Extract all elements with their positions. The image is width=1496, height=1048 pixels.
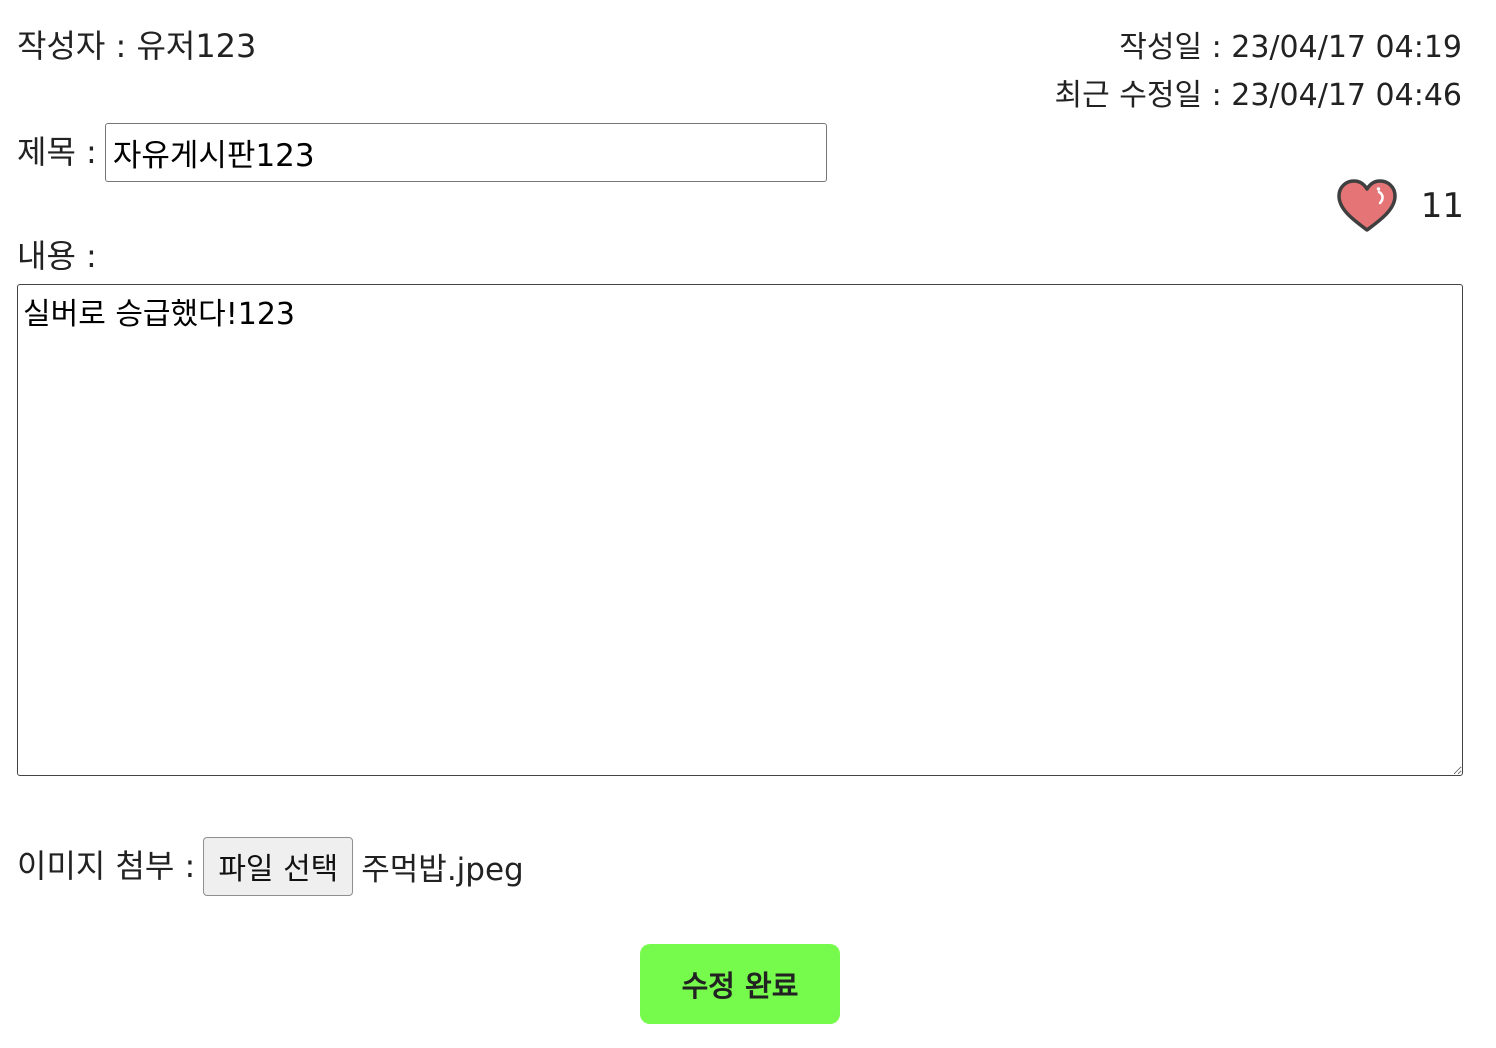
created-date: 작성일 : 23/04/17 04:19 bbox=[1119, 30, 1462, 65]
like-button[interactable] bbox=[1335, 176, 1399, 236]
file-name: 주먹밥.jpeg bbox=[361, 851, 524, 888]
submit-edit-button[interactable]: 수정 완료 bbox=[640, 944, 840, 1024]
like-count: 11 bbox=[1420, 186, 1464, 226]
attachment-label: 이미지 첨부 : bbox=[17, 847, 196, 885]
post-dates: 작성일 : 23/04/17 04:19 최근 수정일 : 23/04/17 0… bbox=[1055, 24, 1462, 120]
choose-file-button[interactable]: 파일 선택 bbox=[203, 836, 354, 896]
title-row: 제목 : bbox=[17, 122, 827, 182]
content-textarea[interactable]: 실버로 승급했다!123 bbox=[17, 284, 1463, 776]
modified-date: 최근 수정일 : 23/04/17 04:46 bbox=[1054, 78, 1462, 113]
content-label: 내용 : bbox=[17, 237, 97, 275]
like-section: 11 bbox=[1335, 174, 1464, 238]
heart-icon bbox=[1336, 179, 1397, 232]
title-input[interactable] bbox=[104, 122, 827, 182]
title-label: 제목 : bbox=[17, 133, 97, 171]
attachment-row: 이미지 첨부 : 파일 선택 주먹밥.jpeg bbox=[17, 836, 524, 896]
author-text: 작성자 : 유저123 bbox=[17, 27, 257, 65]
